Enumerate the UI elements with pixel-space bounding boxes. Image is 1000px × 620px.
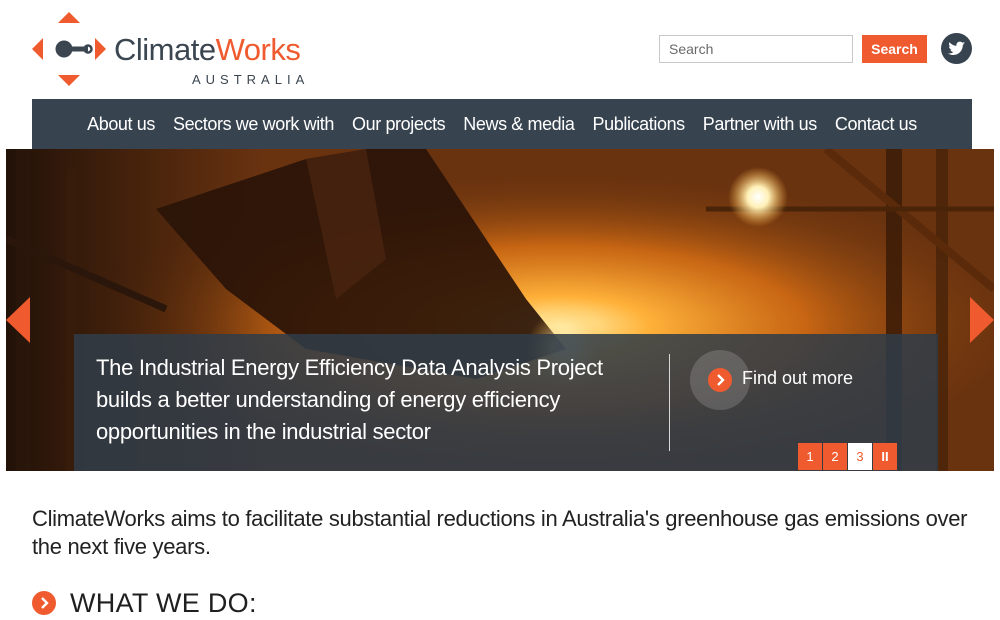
twitter-icon[interactable] [941,33,972,64]
hero-caption-text: The Industrial Energy Efficiency Data An… [96,355,603,444]
logo-subtitle: AUSTRALIA [192,72,310,87]
logo-word-climate: Climate [114,32,216,67]
arrow-circle-icon [708,368,732,392]
nav-item-our-projects[interactable]: Our projects [352,114,446,135]
intro-text: ClimateWorks aims to facilitate substant… [32,506,968,559]
nav-item-news-media[interactable]: News & media [463,114,575,135]
nav-item-about-us[interactable]: About us [87,114,155,135]
find-out-more-label: Find out more [742,368,854,388]
pager-page-1[interactable]: 1 [798,443,822,470]
find-out-more-badge [690,350,750,410]
nav-item-contact-us[interactable]: Contact us [835,114,917,135]
climateworks-logo[interactable]: ClimateWorks AUSTRALIA [32,12,322,87]
nav-item-publications[interactable]: Publications [593,114,686,135]
caption-divider [669,354,670,451]
find-out-more-link[interactable]: Find out more [690,350,853,410]
section-heading-what-we-do: WHAT WE DO: [32,587,257,619]
pager-page-3[interactable]: 3 [848,443,872,470]
pause-button[interactable]: II [873,443,897,470]
search-input[interactable] [659,35,853,63]
search-button[interactable]: Search [862,35,927,63]
nav-item-sectors[interactable]: Sectors we work with [173,114,334,135]
chevron-right-icon[interactable] [970,297,994,343]
carousel-pager: 1 2 3 II [798,443,898,470]
chevron-left-icon[interactable] [6,297,30,343]
arrow-circle-icon [32,591,56,615]
section-title: WHAT WE DO: [70,587,257,618]
logo-wordmark: ClimateWorks [114,32,301,68]
hero-carousel: The Industrial Energy Efficiency Data An… [6,149,994,471]
nav-item-partner[interactable]: Partner with us [703,114,817,135]
logo-word-works: Works [215,32,301,67]
main-nav: About us Sectors we work with Our projec… [32,99,972,149]
pager-page-2[interactable]: 2 [823,443,847,470]
logo-mark-icon [32,12,106,86]
